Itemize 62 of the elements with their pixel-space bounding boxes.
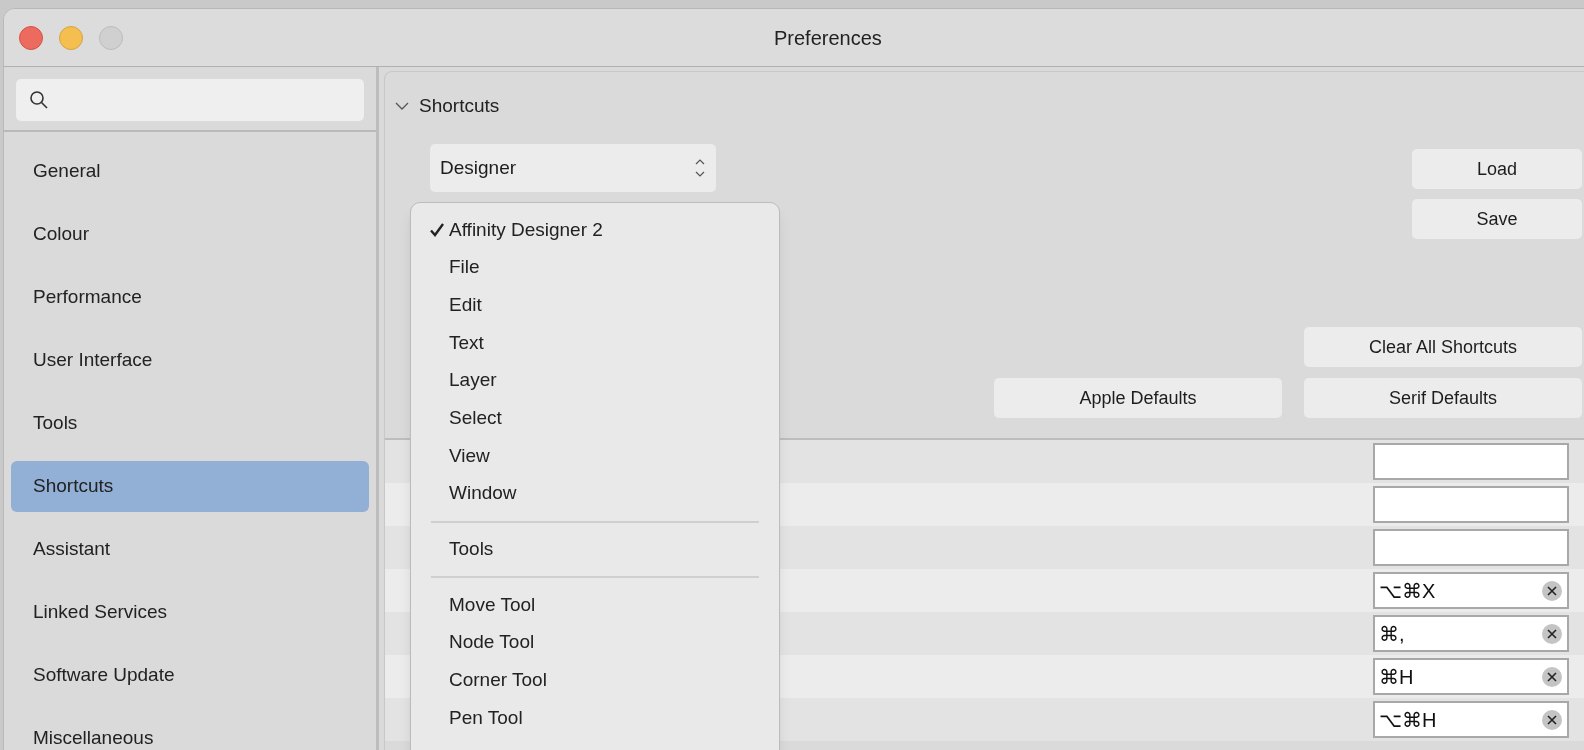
shortcut-field[interactable]: ⌥⌘H <box>1373 701 1569 738</box>
shortcut-field[interactable]: ⌥⌘X <box>1373 572 1569 609</box>
clear-all-shortcuts-button[interactable]: Clear All Shortcuts <box>1304 327 1582 367</box>
menu-item[interactable]: Layer <box>411 361 779 400</box>
window-title: Preferences <box>774 25 882 51</box>
shortcut-field[interactable]: ⌘, <box>1373 615 1569 652</box>
menu-item-label: Tools <box>449 537 494 562</box>
menu-item[interactable]: Move Tool <box>411 586 779 624</box>
menu-item-label: Pen Tool <box>449 705 523 730</box>
menu-item[interactable]: Node Tool <box>411 623 779 662</box>
section-title: Shortcuts <box>419 93 500 118</box>
menu-item[interactable]: Select <box>411 399 779 438</box>
chevron-icon <box>395 101 409 111</box>
minimize-button[interactable] <box>59 25 83 50</box>
section-header[interactable]: Shortcuts <box>385 72 1584 122</box>
menu-item-label: File <box>449 255 480 280</box>
clear-icon[interactable] <box>1541 579 1563 602</box>
sidebar-item[interactable]: Shortcuts <box>11 461 369 512</box>
clear-icon[interactable] <box>1541 622 1563 645</box>
menu-item-label: Text <box>449 330 484 355</box>
shortcut-field[interactable]: ⌘H <box>1373 658 1569 695</box>
apple-defaults-button[interactable]: Apple Defaults <box>994 378 1282 418</box>
menu-item[interactable]: Window <box>411 474 779 513</box>
menu-item-label: Edit <box>449 292 482 317</box>
clear-icon[interactable] <box>1541 708 1563 731</box>
sidebar-item[interactable]: Linked Services <box>11 587 369 638</box>
menu-item[interactable]: Affinity Designer 2 <box>411 211 779 249</box>
menu-item[interactable]: Tools <box>411 530 779 569</box>
menu-item-label: View <box>449 443 490 468</box>
menu-item[interactable]: Edit <box>411 286 779 325</box>
menu-item[interactable]: View <box>411 437 779 475</box>
save-button[interactable]: Save <box>1412 199 1582 239</box>
menu-item[interactable]: Corner Tool <box>411 661 779 700</box>
load-button[interactable]: Load <box>1412 149 1582 189</box>
menu-item-label: Affinity Designer 2 <box>449 217 603 242</box>
menu-item-label: Move Tool <box>449 592 536 617</box>
app-select[interactable]: Designer <box>430 144 716 192</box>
menu-item-label: Corner Tool <box>449 668 547 693</box>
sidebar-item[interactable]: Colour <box>11 209 369 260</box>
clear-icon[interactable] <box>1541 665 1563 688</box>
menu-item-label: Select <box>449 406 502 431</box>
shortcut-field[interactable] <box>1373 529 1569 566</box>
shortcut-field[interactable] <box>1373 443 1569 480</box>
menu-item-label: Layer <box>449 368 497 393</box>
serif-defaults-button[interactable]: Serif Defaults <box>1304 378 1582 418</box>
menu-item[interactable]: Pen Tool <box>411 699 779 737</box>
sidebar-item[interactable]: Miscellaneous <box>11 713 369 750</box>
sidebar-item[interactable]: Tools <box>11 398 369 449</box>
menu-item-label: Window <box>449 481 517 506</box>
menu-item[interactable]: Text <box>411 324 779 362</box>
shortcut-field[interactable] <box>1373 486 1569 523</box>
sidebar-item[interactable]: Assistant <box>11 524 369 575</box>
menu-item-label: Node Tool <box>449 630 535 655</box>
sidebar-item[interactable]: Software Update <box>11 650 369 701</box>
search-icon <box>29 90 49 110</box>
sidebar-item[interactable]: General <box>11 146 369 197</box>
sidebar-item[interactable]: Performance <box>11 272 369 323</box>
search-field[interactable] <box>16 79 364 121</box>
close-button[interactable] <box>19 25 43 50</box>
sidebar-item[interactable]: User Interface <box>11 335 369 386</box>
menu-item[interactable]: File <box>411 248 779 287</box>
stepper-icon <box>694 157 706 179</box>
